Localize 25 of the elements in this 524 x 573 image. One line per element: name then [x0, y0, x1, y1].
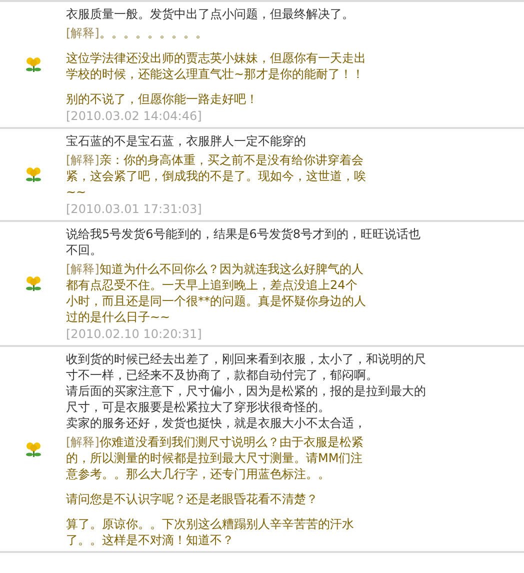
reply-text: [解释]亲：你的身高体重，买之前不是没有给你讲穿着会紧，这会紧了吧，倒成我的不是了。现如今，这世道，唉~~	[66, 152, 366, 200]
flower-icon	[24, 166, 42, 183]
review-text: 宝石蓝的不是宝石蓝，衣服胖人一定不能穿的	[66, 133, 307, 149]
reply-label: [解释]	[66, 435, 100, 449]
flower-icon	[24, 440, 42, 458]
reply-text: [解释]你难道没看到我们测尺寸说明么？由于衣服是松紧的，所以测量的时候都是拉到最大尺寸测量。请MM们注意参考。。那么大几行字，还专门用蓝色标注。。	[66, 434, 364, 482]
flower-icon	[24, 56, 42, 73]
reply-label: [解释]	[66, 153, 100, 167]
timestamp: [2010.03.01 17:31:03]	[66, 201, 203, 217]
reply-text: [解释]。。。。。。。。。	[66, 25, 208, 41]
reply-text: 这位学法律还没出师的贾志英小妹妹，但愿你有一天走出学校的时候，还能这么理直气壮~那才是你的能耐了！！	[66, 50, 366, 82]
reply-text: [解释]知道为什么不回你么？因为就连我这么好脾气的人都有点忍受不住。一天早上追到晚上，差点没追上24个小时，而且还是同一个很**的问题。真是怀疑你身边的人过的是什么日子~~	[66, 261, 366, 325]
review-text: 收到货的时候已经去出差了，刚回来看到衣服，太小了，和说明的尺寸不一样，已经来不及协商了，款都自动付完了，郁闷啊。	[66, 351, 427, 383]
review-text: 卖家的服务还好，发货也挺快，就是衣服大小不太合适，	[66, 415, 367, 431]
reply-text: 别的不说了，但愿你能一路走好吧！	[66, 91, 259, 107]
reply-text: 请问您是不认识字呢？还是老眼昏花看不清楚？	[66, 491, 319, 507]
review-text: 衣服质量一般。发货中出了点小问题，但最终解决了。	[66, 6, 355, 22]
reply-text: 算了。原谅你。。下次别这么糟蹋别人辛辛苦苦的汗水了。。这样是不对滴！知道不？	[66, 516, 355, 548]
timestamp: [2010.03.02 14:04:46]	[66, 108, 203, 124]
reply-label: [解释]	[66, 26, 100, 40]
review-text: 说给我5号发货6号能到的，结果是6号发货8号才到的，旺旺说话也不回。	[66, 226, 422, 258]
reply-label: [解释]	[66, 262, 100, 276]
timestamp: [2010.02.10 10:20:31]	[66, 326, 203, 342]
flower-icon	[24, 275, 42, 292]
review-text: 请后面的买家注意下，尺寸偏小，因为是松紧的，报的是拉到最大的尺寸，可是衣服要是松紧拉大了穿形状很奇怪的。	[66, 383, 427, 415]
